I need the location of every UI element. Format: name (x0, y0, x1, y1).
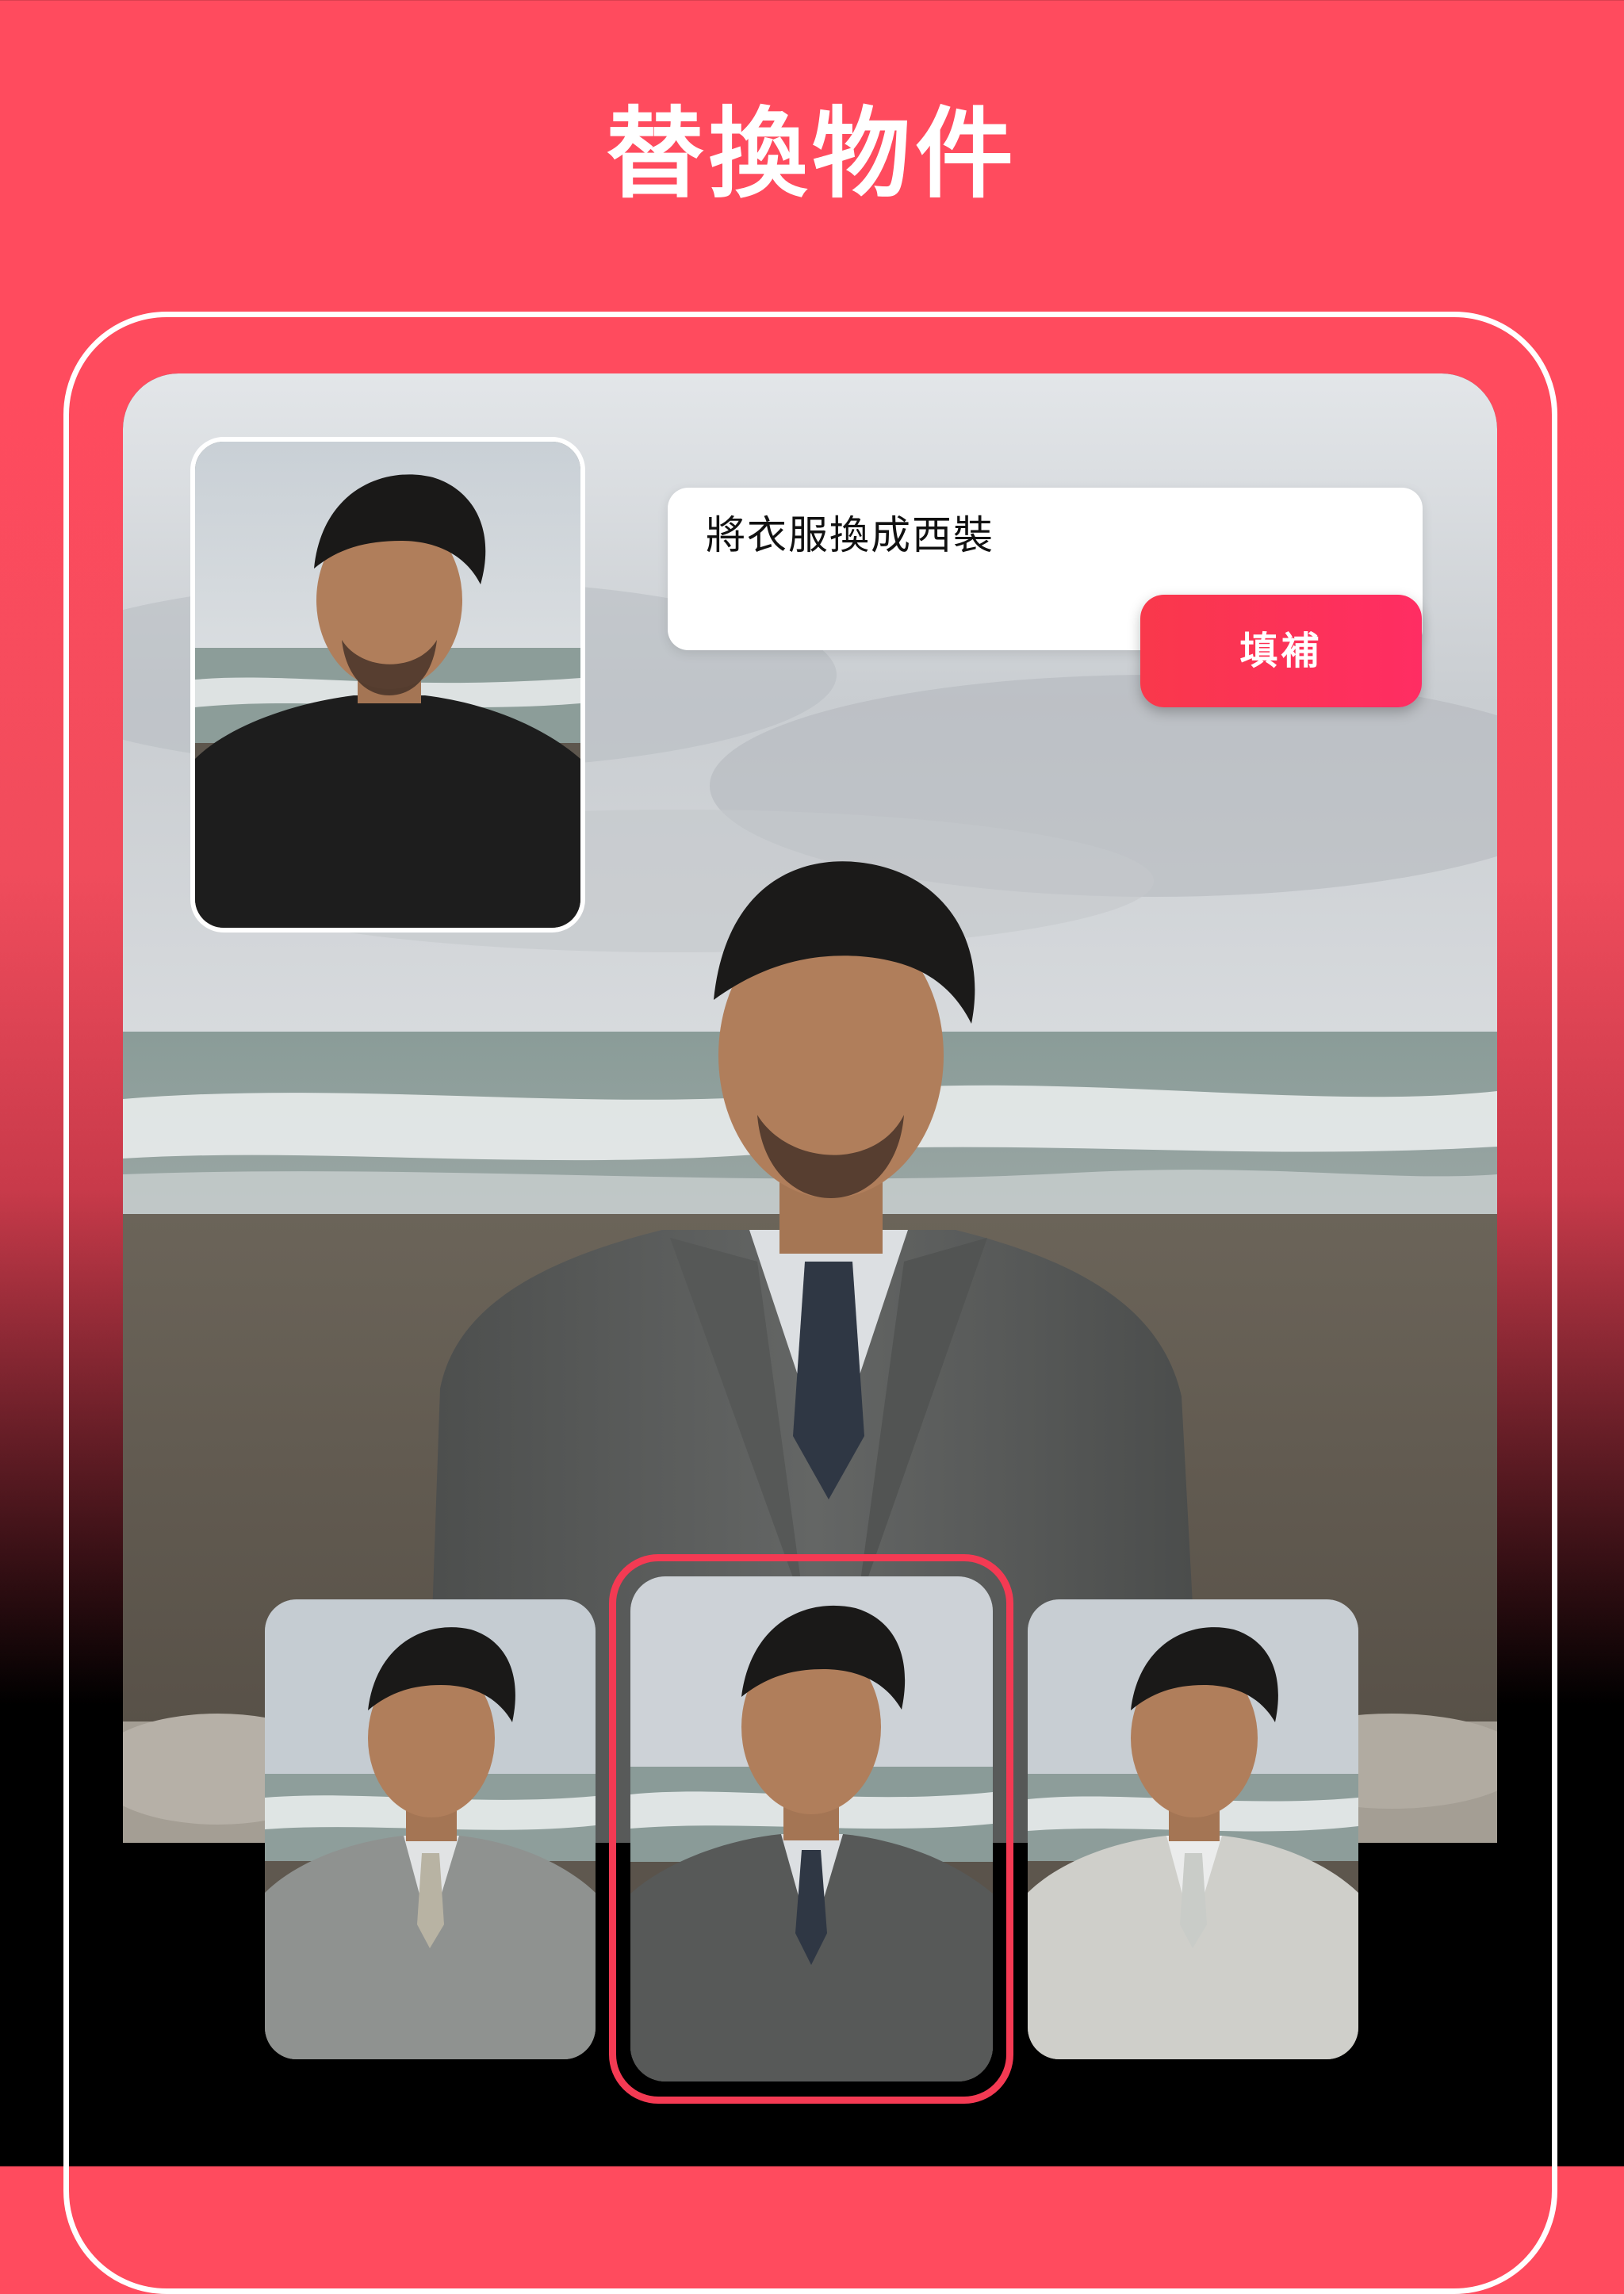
result-option-3[interactable] (1028, 1599, 1358, 2059)
page-title: 替換物件 (605, 98, 1018, 212)
fill-button[interactable]: 填補 (1140, 595, 1422, 707)
prompt-text: 將衣服換成西裝 (706, 512, 994, 558)
original-photo-thumbnail[interactable] (190, 437, 585, 933)
result-option-1[interactable] (265, 1599, 596, 2059)
selected-result-highlight (609, 1554, 1013, 2104)
